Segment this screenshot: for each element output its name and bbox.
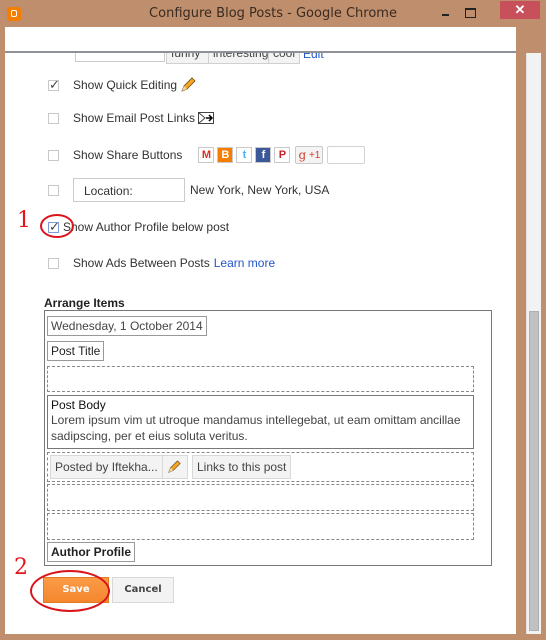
arrange-items-panel: Wednesday, 1 October 2014 Post Title Pos… [44, 310, 492, 566]
author-profile-item[interactable]: Author Profile [47, 542, 135, 562]
option-quick-editing: Show Quick Editing [48, 77, 196, 93]
post-title-item[interactable]: Post Title [47, 341, 105, 361]
facebook-icon[interactable]: f [255, 147, 272, 163]
labels-input[interactable] [75, 53, 165, 62]
option-label: Show Quick Editing [73, 78, 178, 92]
option-email-post-links: Show Email Post Links [48, 111, 215, 125]
cancel-button[interactable]: Cancel [112, 577, 174, 603]
annotation-number-2: 2 [14, 555, 28, 580]
option-label: Show Share Buttons [73, 148, 183, 162]
option-location: Location: New York, New York, USA [48, 178, 329, 202]
browser-toolbar [5, 27, 516, 53]
tag-funny[interactable]: funny [166, 53, 214, 64]
date-header-item[interactable]: Wednesday, 1 October 2014 [47, 316, 207, 336]
post-body-item[interactable]: Post Body Lorem ipsum vim ut utroque man… [47, 395, 474, 449]
annotation-number-1: 1 [17, 208, 31, 233]
annotation-circle-2 [30, 570, 110, 612]
google-plus-button[interactable]: g +1 [295, 146, 324, 164]
quick-edit-item[interactable] [162, 455, 188, 479]
vertical-scrollbar[interactable] [526, 53, 541, 634]
close-button[interactable]: ✕ [500, 1, 540, 19]
pencil-icon [168, 460, 181, 473]
blogger-icon[interactable]: B [217, 147, 234, 163]
maximize-button[interactable] [462, 5, 478, 21]
location-checkbox[interactable] [48, 184, 59, 196]
post-body-text: Lorem ipsum vim ut utroque mandamus inte… [51, 413, 461, 443]
email-post-links-checkbox[interactable] [48, 112, 59, 124]
option-ads-between-posts: Show Ads Between Posts Learn more [48, 256, 275, 270]
gmail-icon[interactable]: M [198, 147, 215, 163]
links-to-post-item[interactable]: Links to this post [192, 455, 292, 479]
annotation-circle-1 [40, 214, 74, 238]
share-buttons-checkbox[interactable] [48, 149, 59, 161]
option-label: Show Email Post Links [73, 111, 196, 125]
option-label: Show Author Profile below post [63, 220, 230, 234]
option-share-buttons: Show Share Buttons M B t f P g +1 [48, 146, 366, 164]
google-plus-count-bubble [327, 146, 366, 164]
email-post-icon [198, 112, 215, 124]
option-author-profile: Show Author Profile below post [48, 219, 230, 235]
twitter-icon[interactable]: t [236, 147, 253, 163]
posted-by-item[interactable]: Posted by Iftekha... [50, 455, 163, 479]
empty-drop-zone [47, 484, 474, 511]
edit-link[interactable]: Edit [303, 53, 324, 61]
minimize-button[interactable] [438, 5, 454, 21]
location-label-box: Location: [73, 178, 185, 202]
empty-drop-zone [47, 513, 474, 540]
arrange-items-heading: Arrange Items [44, 296, 125, 310]
location-value: New York, New York, USA [190, 183, 330, 197]
scrollbar-thumb[interactable] [529, 311, 539, 631]
option-label: Show Ads Between Posts [73, 256, 210, 270]
learn-more-link[interactable]: Learn more [214, 256, 275, 270]
tag-cool[interactable]: cool [268, 53, 300, 64]
quick-editing-checkbox[interactable] [48, 77, 60, 93]
tag-interesting[interactable]: interesting [208, 53, 274, 64]
post-footer-zone: Posted by Iftekha... Links to this post [47, 452, 474, 482]
pinterest-icon[interactable]: P [274, 147, 291, 163]
post-body-title: Post Body [51, 398, 106, 412]
window-titlebar: Configure Blog Posts - Google Chrome ✕ [0, 0, 546, 28]
pencil-icon [181, 77, 196, 92]
ads-between-posts-checkbox[interactable] [48, 257, 59, 269]
empty-drop-zone [47, 366, 474, 392]
